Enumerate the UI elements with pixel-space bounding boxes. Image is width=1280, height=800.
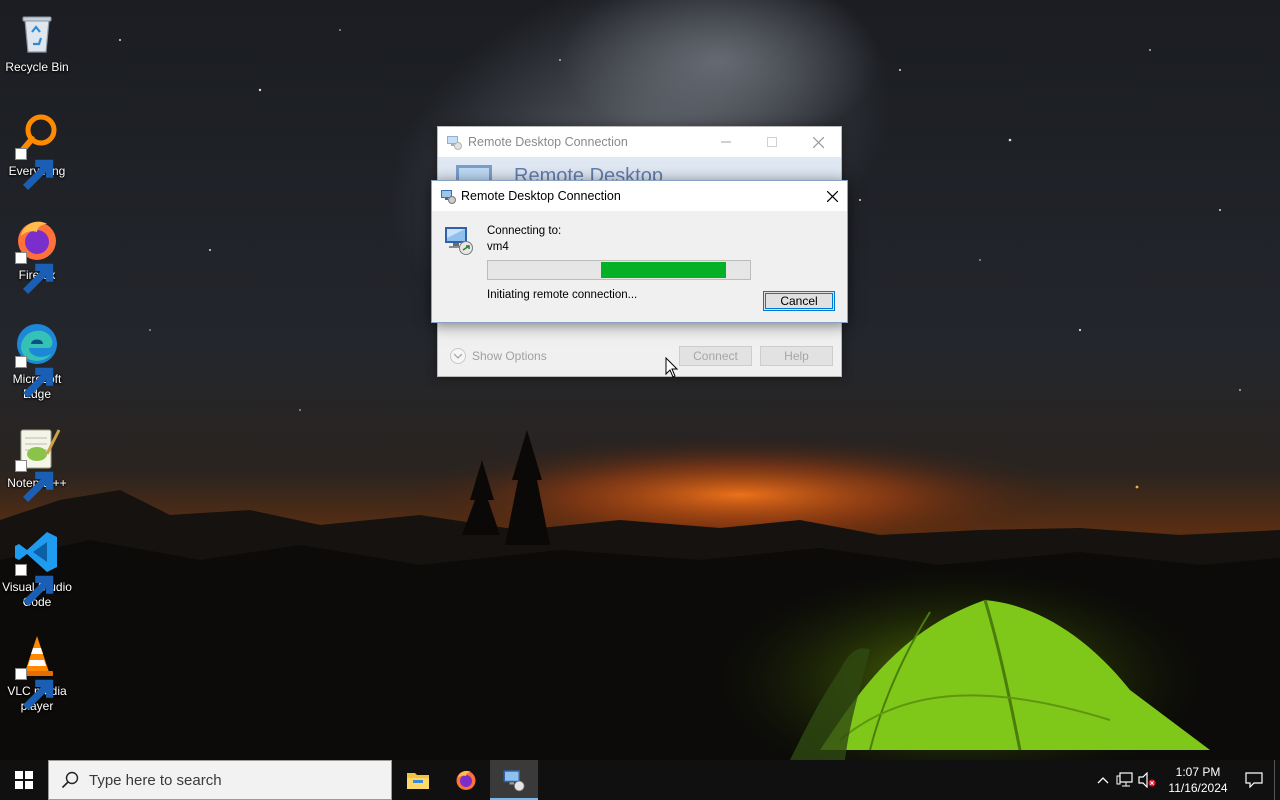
connection-status: Initiating remote connection... [487,289,638,301]
clock-time: 1:07 PM [1175,765,1221,779]
clock-date: 11/16/2024 [1168,781,1228,795]
desktop-icon-label: Recycle Bin [5,60,69,74]
shortcut-arrow-icon [15,564,54,606]
network-button[interactable] [1114,760,1136,800]
connecting-to-label: Connecting to: [487,225,562,237]
taskbar-clock[interactable]: 1:07 PM 11/16/2024 [1162,764,1234,796]
remote-desktop-icon [441,190,456,204]
search-icon [61,771,79,789]
file-explorer-icon [407,773,429,789]
desktop-icon-edge[interactable]: Microsoft Edge [0,320,74,402]
connect-button[interactable]: Connect [679,346,752,366]
rdc-dialog-titlebar[interactable]: Remote Desktop Connection [432,181,847,211]
close-button[interactable] [817,181,847,211]
close-button[interactable] [795,127,841,157]
close-icon [826,190,838,202]
desktop-icon-everything[interactable]: Everything [0,112,74,190]
network-wired-icon [1116,772,1133,787]
rdc-banner: Remote Desktop [438,157,841,182]
maximize-icon [767,137,777,147]
minimize-button[interactable] [703,127,749,157]
taskbar-remote-desktop[interactable] [490,760,538,800]
rdc-main-titlebar[interactable]: Remote Desktop Connection [438,127,841,157]
taskbar-file-explorer[interactable] [394,760,442,800]
desktop-icon-recycle-bin[interactable]: Recycle Bin [0,8,74,75]
remote-desktop-icon [503,770,525,792]
show-desktop-button[interactable] [1274,760,1280,800]
windows-logo-icon [15,771,33,789]
notification-icon [1245,772,1263,788]
desktop-icon-firefox[interactable]: Firefox [0,216,74,294]
taskbar: Type here to search 1:07 PM 11/16/2024 [0,760,1280,800]
shortcut-arrow-icon [15,148,54,190]
chevron-up-icon [1097,777,1109,784]
rdc-main-title: Remote Desktop Connection [468,135,628,149]
desktop-icon-vscode[interactable]: Visual Studio Code [0,528,74,610]
taskbar-search-box[interactable]: Type here to search [48,760,392,800]
system-tray: 1:07 PM 11/16/2024 [1092,760,1280,800]
desktop-wallpaper [0,0,1280,760]
desktop-icon-notepadpp[interactable]: Notepad++ [0,424,74,502]
maximize-button[interactable] [749,127,795,157]
chevron-down-icon [450,348,466,364]
shortcut-arrow-icon [15,252,54,294]
remote-desktop-icon [447,136,462,150]
progress-fill [600,262,727,278]
shortcut-arrow-icon [15,460,54,502]
connection-progress-bar [487,260,751,280]
rdc-connecting-dialog: Remote Desktop Connection Connecting to:… [431,180,848,323]
volume-muted-icon [1138,772,1156,788]
show-options-label: Show Options [472,349,547,363]
search-placeholder: Type here to search [89,771,222,789]
rdc-dialog-title: Remote Desktop Connection [461,189,621,203]
start-button[interactable] [0,760,48,800]
volume-button[interactable] [1136,760,1158,800]
show-hidden-icons-button[interactable] [1092,760,1114,800]
remote-desktop-connect-icon [445,227,473,255]
connection-host: vm4 [487,241,509,253]
cancel-button[interactable]: Cancel [763,291,835,311]
minimize-icon [721,141,731,143]
recycle-bin-icon [22,16,52,53]
mouse-cursor-icon [665,357,679,378]
desktop-icon-vlc[interactable]: VLC media player [0,632,74,714]
firefox-icon [456,770,476,790]
action-center-button[interactable] [1234,760,1274,800]
taskbar-firefox[interactable] [442,760,490,800]
show-options-toggle[interactable]: Show Options [450,348,547,364]
help-button[interactable]: Help [760,346,833,366]
shortcut-arrow-icon [15,668,54,710]
close-icon [812,136,824,148]
shortcut-arrow-icon [15,356,54,398]
